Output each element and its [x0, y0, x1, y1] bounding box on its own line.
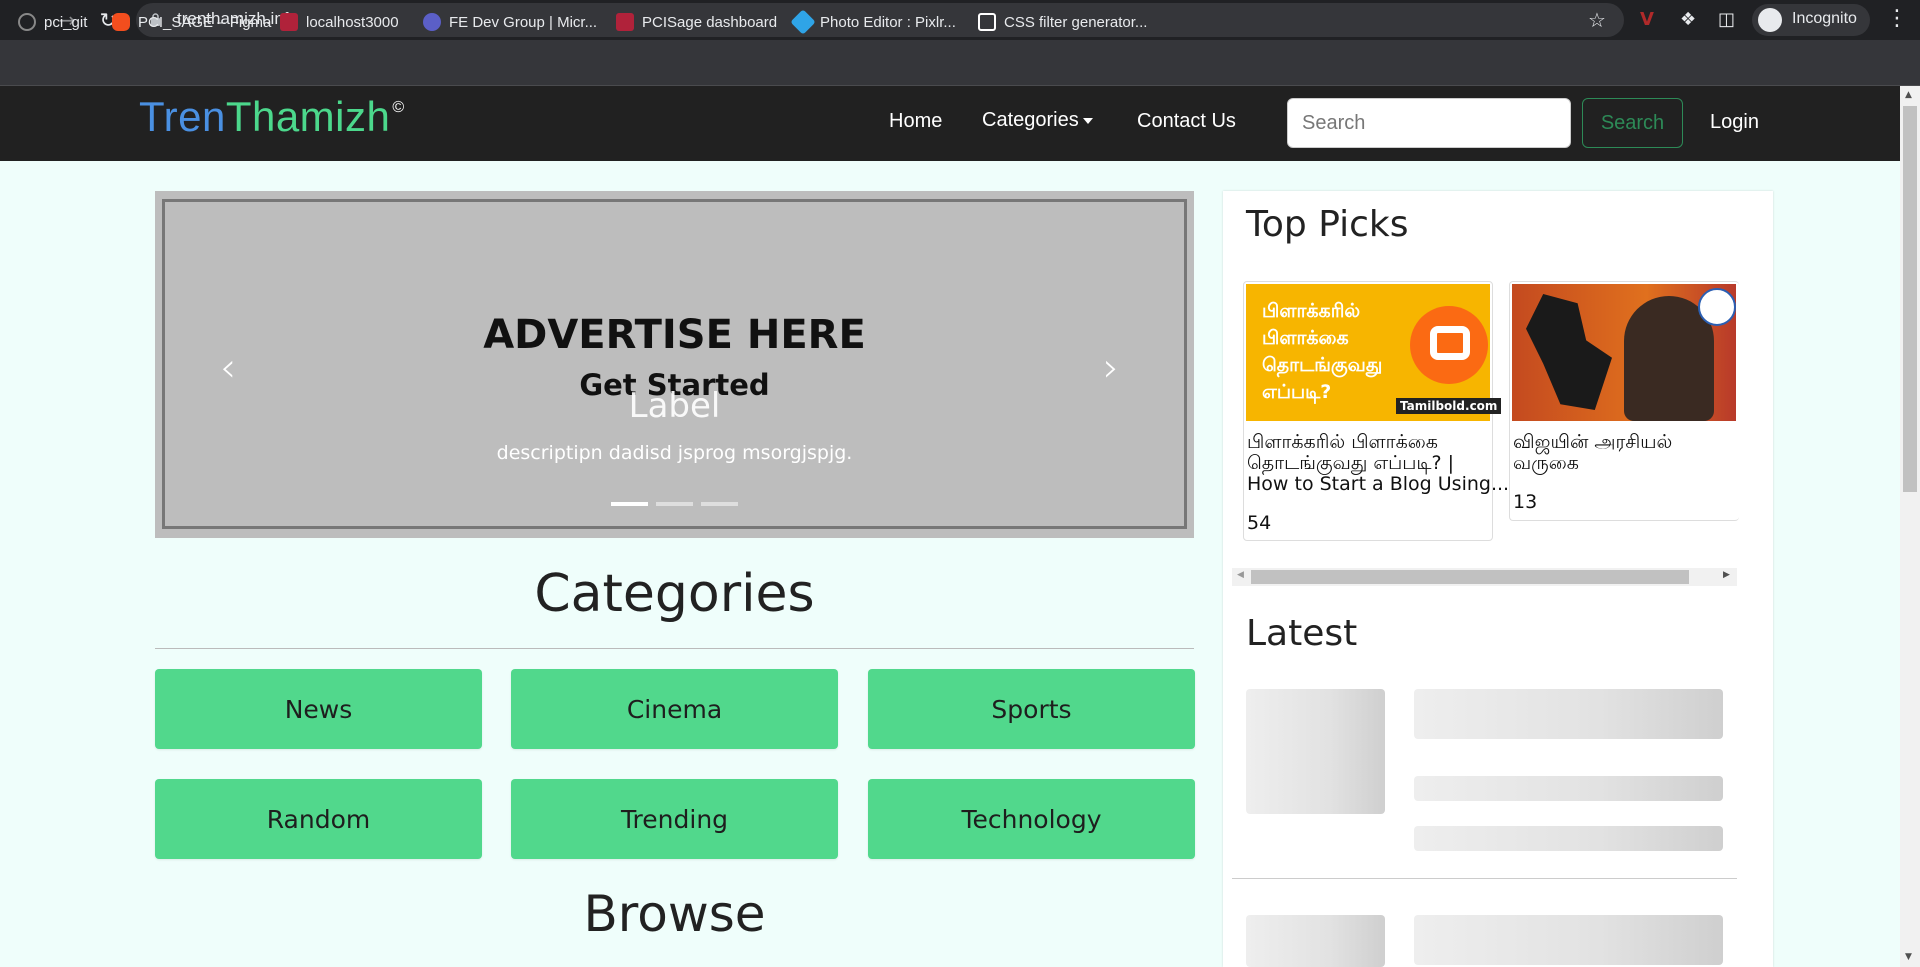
top-pick-title[interactable]: பிளாக்கரில் பிளாக்கை தொடங்குவது எப்படி? …: [1247, 432, 1509, 495]
skeleton-line: [1414, 776, 1723, 801]
latest-heading: Latest: [1246, 613, 1358, 654]
top-pick-count: 13: [1513, 491, 1538, 513]
bookmark-label: localhost3000: [306, 13, 399, 31]
title-line: தொடங்குவது எப்படி? |: [1247, 452, 1455, 474]
r-app-icon: [280, 13, 298, 31]
nav-home[interactable]: Home: [889, 110, 942, 133]
nav-categories-label: Categories: [982, 109, 1079, 131]
bookmark-label: Photo Editor : Pixlr...: [820, 13, 956, 31]
skeleton-thumbnail: [1246, 915, 1385, 967]
carousel-prev-icon[interactable]: ‹: [220, 345, 236, 391]
thumbnail-line: தொடங்குவது: [1262, 354, 1383, 376]
search-input[interactable]: [1287, 98, 1571, 148]
bookmark-css-filter[interactable]: CSS filter generator...: [978, 13, 1147, 31]
top-pick-count: 54: [1247, 512, 1272, 534]
carousel-indicator[interactable]: [611, 502, 648, 506]
scroll-left-arrow-icon[interactable]: ◀: [1237, 570, 1244, 580]
nav-categories-dropdown[interactable]: Categories: [982, 109, 1093, 132]
divider: [1232, 878, 1737, 879]
bookmarks-bar: [0, 40, 1920, 86]
site-logo[interactable]: TrenThamizh ©: [139, 93, 405, 141]
vivid-extension-icon[interactable]: V: [1640, 9, 1654, 30]
tamil-nadu-map-shape: [1526, 294, 1612, 410]
party-logo-icon: [1698, 288, 1736, 326]
puzzle-extensions-icon[interactable]: ❖: [1680, 9, 1696, 30]
top-picks-scrollbar-thumb[interactable]: [1251, 570, 1689, 584]
carousel-caption-description: descriptipn dadisd jsprog msorgjspjg.: [496, 442, 853, 464]
page-scrollbar-thumb[interactable]: [1903, 106, 1917, 492]
carousel-caption-label: Label: [628, 386, 721, 426]
carousel-indicator[interactable]: [656, 502, 693, 506]
bookmark-star-icon[interactable]: ☆: [1588, 8, 1606, 32]
thumbnail-text: பிளாக்கரில் பிளாக்கை தொடங்குவது எப்படி?: [1262, 298, 1382, 406]
category-sports-button[interactable]: Sports: [868, 669, 1195, 749]
bookmark-pci-git[interactable]: pci_git: [18, 13, 87, 31]
ad-title: ADVERTISE HERE: [483, 312, 866, 358]
bookmark-pixlr[interactable]: Photo Editor : Pixlr...: [790, 9, 956, 35]
bookmark-fe-dev-group[interactable]: FE Dev Group | Micr...: [423, 13, 597, 31]
carousel-indicators: [611, 502, 738, 506]
carousel-next-icon[interactable]: ›: [1103, 345, 1119, 391]
top-picks-heading: Top Picks: [1246, 204, 1409, 245]
side-panel-icon[interactable]: ◫: [1718, 9, 1735, 30]
scroll-up-arrow-icon[interactable]: ▲: [1905, 90, 1912, 100]
skeleton-line: [1414, 915, 1723, 965]
divider: [155, 648, 1194, 649]
categories-heading: Categories: [534, 564, 815, 624]
github-icon: [18, 13, 36, 31]
brand-part2: Thamizh: [225, 93, 391, 140]
title-line: How to Start a Blog Using...: [1247, 473, 1510, 495]
title-line: பிளாக்கரில் பிளாக்கை: [1247, 431, 1438, 453]
r-app-icon: [616, 13, 634, 31]
blogger-logo-icon: [1410, 306, 1488, 384]
incognito-icon: [1758, 8, 1782, 32]
thumbnail-line: பிளாக்கை: [1262, 327, 1349, 349]
skeleton-thumbnail: [1246, 689, 1385, 814]
category-cinema-button[interactable]: Cinema: [511, 669, 838, 749]
thumbnail-line: பிளாக்கரில்: [1262, 300, 1361, 322]
top-pick-thumbnail[interactable]: [1512, 284, 1736, 421]
pixlr-icon: [790, 9, 816, 35]
incognito-label: Incognito: [1792, 10, 1857, 27]
thumbnail-line: எப்படி?: [1262, 381, 1332, 403]
bookmark-label: PCI_SAGE – Figma: [138, 13, 272, 31]
category-trending-button[interactable]: Trending: [511, 779, 838, 859]
login-link[interactable]: Login: [1710, 111, 1759, 134]
title-line: வருகை: [1513, 452, 1579, 474]
top-pick-thumbnail[interactable]: பிளாக்கரில் பிளாக்கை தொடங்குவது எப்படி? …: [1246, 284, 1502, 421]
bookmark-label: pci_git: [44, 13, 88, 31]
top-pick-title[interactable]: விஜயின் அரசியல் வருகை: [1513, 432, 1672, 474]
bookmark-figma[interactable]: PCI_SAGE – Figma: [112, 13, 271, 31]
teams-icon: [423, 13, 441, 31]
scroll-down-arrow-icon[interactable]: ▼: [1905, 952, 1912, 962]
caret-down-icon: [1082, 117, 1093, 124]
thumbnail-watermark: Tamilbold.com: [1396, 398, 1502, 414]
title-line: விஜயின் அரசியல்: [1513, 431, 1673, 453]
bookmark-label: FE Dev Group | Micr...: [449, 13, 598, 31]
scroll-right-arrow-icon[interactable]: ▶: [1723, 570, 1730, 580]
browse-heading: Browse: [583, 885, 766, 943]
figma-icon: [112, 13, 130, 31]
category-news-button[interactable]: News: [155, 669, 482, 749]
bookmark-localhost[interactable]: localhost3000: [280, 13, 399, 31]
category-random-button[interactable]: Random: [155, 779, 482, 859]
bookmark-label: PCISage dashboard: [642, 13, 778, 31]
search-button[interactable]: Search: [1582, 98, 1683, 148]
menu-kebab-icon[interactable]: ⋮: [1886, 6, 1908, 31]
carousel-indicator[interactable]: [701, 502, 738, 506]
copyright-mark: ©: [392, 99, 405, 116]
bookmark-label: CSS filter generator...: [1004, 13, 1148, 31]
skeleton-line: [1414, 826, 1723, 851]
skeleton-line: [1414, 689, 1723, 739]
bookmark-pcisage-dashboard[interactable]: PCISage dashboard: [616, 13, 777, 31]
brand-part1: Tren: [139, 93, 226, 140]
nav-contact[interactable]: Contact Us: [1137, 110, 1236, 133]
ad-banner-frame: [162, 199, 1187, 529]
category-technology-button[interactable]: Technology: [868, 779, 1195, 859]
codepen-icon: [978, 13, 996, 31]
